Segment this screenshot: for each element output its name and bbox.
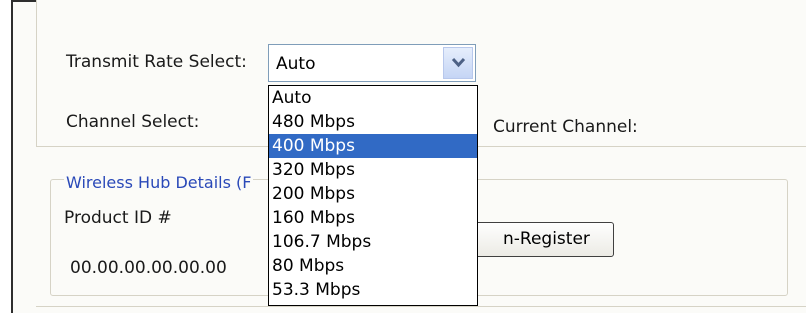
dropdown-option[interactable]: 200 Mbps [269, 182, 477, 206]
transmit-rate-label: Transmit Rate Select: [66, 52, 247, 72]
transmit-rate-selected-value: Auto [276, 54, 316, 74]
dropdown-option[interactable]: 53.3 Mbps [269, 278, 477, 302]
transmit-rate-select[interactable]: Auto [268, 44, 476, 82]
wireless-hub-details-legend: Wireless Hub Details (F [64, 173, 254, 192]
channel-select-label: Channel Select: [66, 112, 200, 132]
dropdown-option[interactable]: 160 Mbps [269, 206, 477, 230]
settings-window: Transmit Rate Select: Auto Channel Selec… [0, 0, 806, 313]
dropdown-option[interactable]: Auto [269, 86, 477, 110]
dropdown-option[interactable]: 480 Mbps [269, 110, 477, 134]
register-button-label: n-Register [503, 229, 590, 249]
product-id-label: Product ID # [64, 208, 172, 228]
transmit-rate-dropdown-list[interactable]: Auto 480 Mbps 400 Mbps 320 Mbps 200 Mbps 160 … [268, 85, 478, 306]
dropdown-option[interactable]: 400 Mbps [269, 134, 477, 158]
dropdown-arrow-button[interactable] [443, 47, 473, 79]
dropdown-option[interactable]: 320 Mbps [269, 158, 477, 182]
dropdown-option[interactable]: 106.7 Mbps [269, 230, 477, 254]
dropdown-option[interactable]: 80 Mbps [269, 254, 477, 278]
panel-divider [36, 306, 806, 307]
product-id-value: 00.00.00.00.00.00 [70, 258, 227, 278]
chevron-down-icon [451, 57, 466, 68]
current-channel-label: Current Channel: [493, 117, 638, 137]
